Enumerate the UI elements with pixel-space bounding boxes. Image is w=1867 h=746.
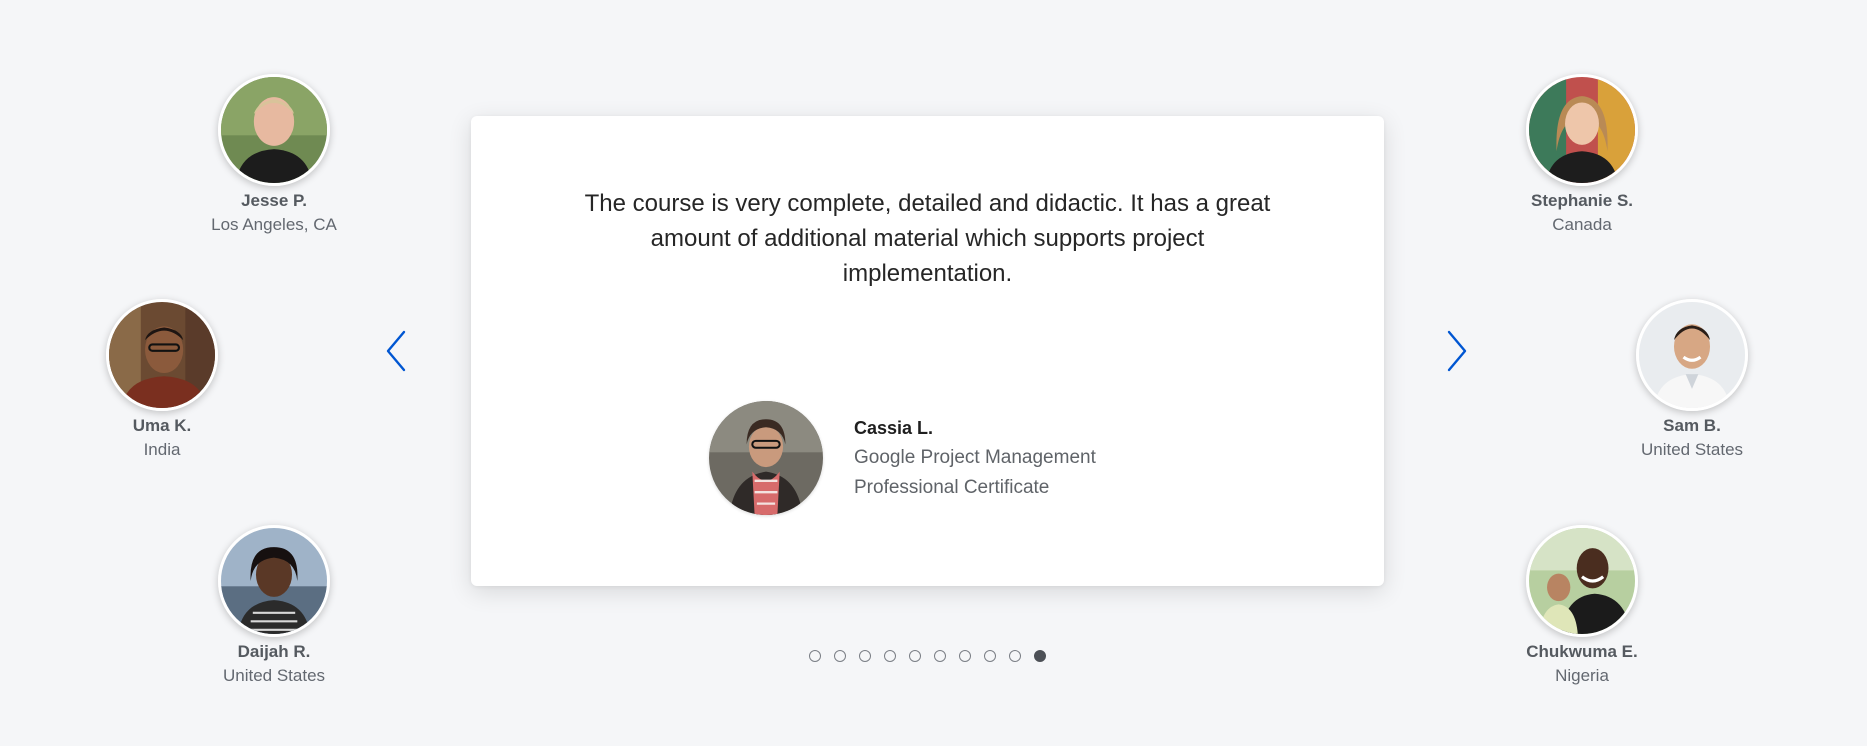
chevron-right-icon xyxy=(1447,330,1467,372)
reviewer-name: Stephanie S. xyxy=(1530,191,1634,210)
reviewer-avatar xyxy=(106,299,218,411)
reviewer-jesse[interactable]: Jesse P. Los Angeles, CA xyxy=(164,74,384,238)
reviewer-location: United States xyxy=(1640,440,1744,459)
author-name: Cassia L. xyxy=(854,418,934,438)
author-details: Cassia L. Google Project Management Prof… xyxy=(854,413,1096,503)
reviewer-location: Nigeria xyxy=(1555,666,1609,685)
reviewer-name: Jesse P. xyxy=(241,191,307,210)
testimonial-author: Cassia L. Google Project Management Prof… xyxy=(709,401,1096,515)
pagination-dot-6[interactable] xyxy=(934,650,946,662)
reviewer-stephanie[interactable]: Stephanie S. Canada xyxy=(1472,74,1692,238)
reviewer-daijah[interactable]: Daijah R. United States xyxy=(164,525,384,689)
pagination-dot-10[interactable] xyxy=(1034,650,1046,662)
reviewer-sam[interactable]: Sam B. United States xyxy=(1582,299,1802,463)
pagination-dot-5[interactable] xyxy=(909,650,921,662)
reviewer-name: Uma K. xyxy=(132,416,192,435)
person-photo-icon xyxy=(109,302,215,408)
pagination-dot-4[interactable] xyxy=(884,650,896,662)
reviewer-avatar xyxy=(1526,74,1638,186)
carousel-pagination xyxy=(809,650,1046,662)
reviewer-avatar xyxy=(218,74,330,186)
testimonial-card: The course is very complete, detailed an… xyxy=(471,116,1384,586)
reviewer-uma[interactable]: Uma K. India xyxy=(52,299,272,463)
author-course-line-1: Google Project Management xyxy=(854,447,1096,468)
reviewer-location: India xyxy=(143,440,181,459)
next-button[interactable] xyxy=(1437,326,1477,376)
pagination-dot-9[interactable] xyxy=(1009,650,1021,662)
person-photo-icon xyxy=(221,528,327,634)
pagination-dot-8[interactable] xyxy=(984,650,996,662)
reviewer-avatar xyxy=(1526,525,1638,637)
previous-button[interactable] xyxy=(376,326,416,376)
reviewer-location: Canada xyxy=(1552,215,1612,234)
pagination-dot-1[interactable] xyxy=(809,650,821,662)
testimonial-quote: The course is very complete, detailed an… xyxy=(584,190,1271,287)
reviewer-location: United States xyxy=(222,666,326,685)
person-photo-icon xyxy=(1529,77,1635,183)
pagination-dot-7[interactable] xyxy=(959,650,971,662)
testimonial-carousel: Jesse P. Los Angeles, CA Uma K. India Da… xyxy=(0,0,1867,746)
pagination-dot-2[interactable] xyxy=(834,650,846,662)
person-photo-icon xyxy=(709,401,823,515)
person-photo-icon xyxy=(221,77,327,183)
reviewer-name: Sam B. xyxy=(1663,416,1721,435)
reviewer-chukwuma[interactable]: Chukwuma E. Nigeria xyxy=(1472,525,1692,689)
reviewer-avatar xyxy=(218,525,330,637)
chevron-left-icon xyxy=(386,330,406,372)
reviewer-name: Chukwuma E. xyxy=(1526,642,1638,661)
reviewer-location: Los Angeles, CA xyxy=(211,215,337,234)
pagination-dot-3[interactable] xyxy=(859,650,871,662)
person-photo-icon xyxy=(1529,528,1635,634)
reviewer-avatar xyxy=(1636,299,1748,411)
person-photo-icon xyxy=(1639,302,1745,408)
author-course-line-2: Professional Certificate xyxy=(854,477,1050,498)
reviewer-name: Daijah R. xyxy=(237,642,311,661)
author-avatar xyxy=(709,401,823,515)
